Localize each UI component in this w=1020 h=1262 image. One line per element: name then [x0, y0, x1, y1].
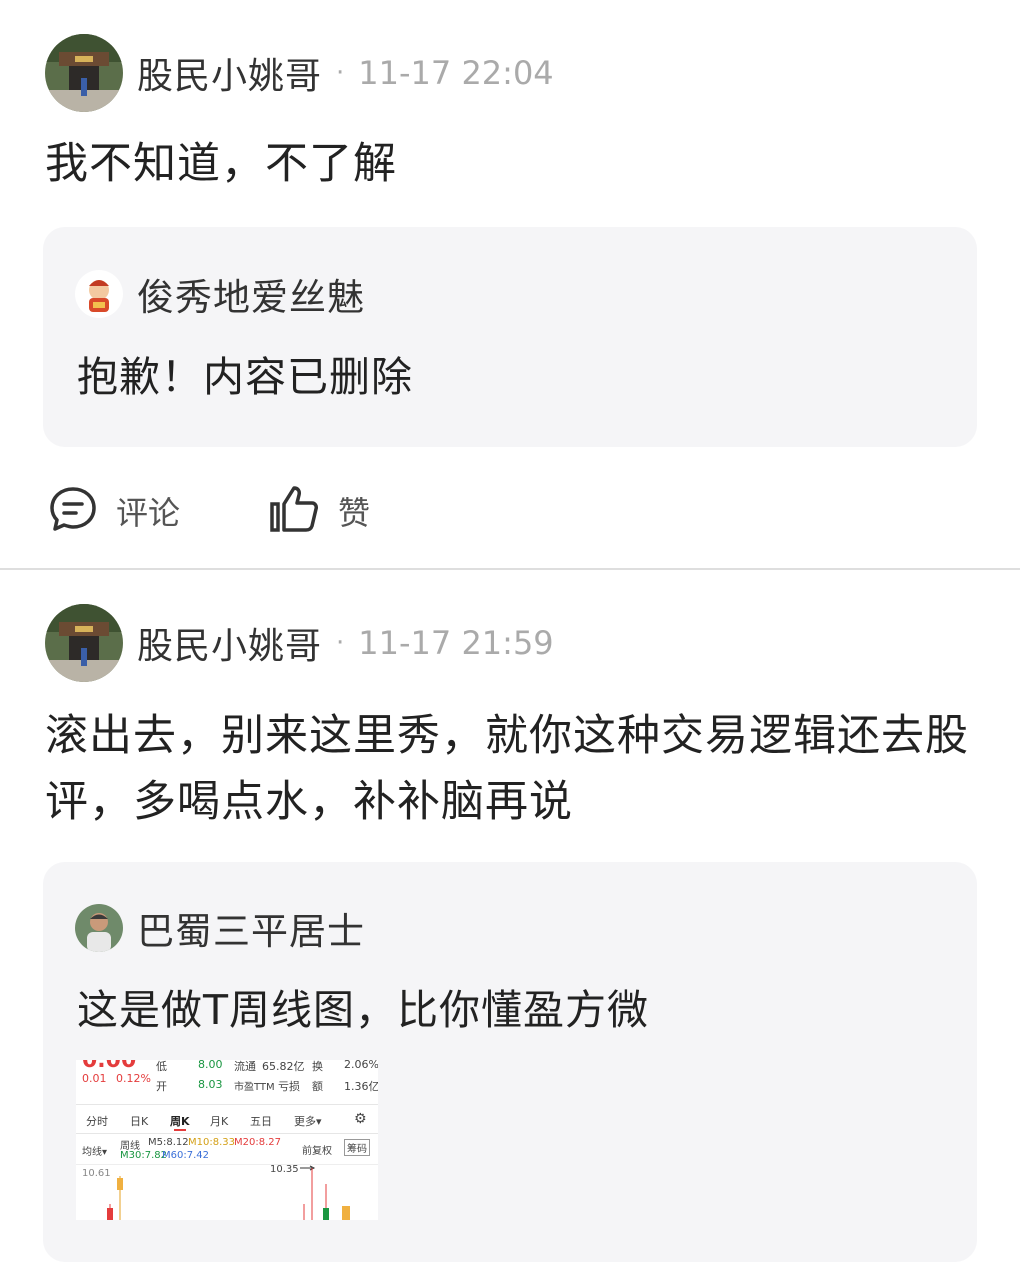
chart-settings-icon[interactable]: ⚙ — [354, 1111, 367, 1127]
chart-turnover-label: 换 — [312, 1060, 323, 1073]
chart-ma-select[interactable]: 均线▾ — [82, 1143, 107, 1158]
quoted-author-name[interactable]: 巴蜀三平居士 — [137, 901, 365, 955]
chart-pe-label: 市盈TTM — [234, 1082, 275, 1093]
chart-sep — [76, 1133, 378, 1134]
chart-open-label: 开 — [156, 1080, 167, 1093]
quoted-author-name[interactable]: 俊秀地爱丝魅 — [137, 267, 365, 321]
chart-ma30: M30:7.82 — [120, 1150, 167, 1161]
chart-ma5: M5:8.12 — [148, 1137, 189, 1148]
comment-icon — [48, 484, 98, 538]
quoted-author-avatar[interactable] — [75, 904, 123, 952]
quoted-author-avatar[interactable] — [75, 270, 123, 318]
chart-tab[interactable]: 日K — [130, 1113, 148, 1129]
chart-open: 8.03 — [198, 1078, 223, 1091]
post-time: 11-17 22:04 — [358, 54, 554, 92]
author-name[interactable]: 股民小姚哥 — [137, 47, 322, 99]
chart-amount-label: 额 — [312, 1080, 323, 1093]
chart-tab[interactable]: 五日 — [250, 1113, 272, 1129]
quoted-comment[interactable]: 巴蜀三平居士 这是做T周线图，比你懂盈方微 0.00 0.01 0.12% 低 … — [43, 862, 977, 1262]
like-label: 赞 — [338, 494, 371, 532]
chart-turnover: 2.06% — [344, 1060, 378, 1071]
chart-low: 8.00 — [198, 1060, 223, 1071]
chart-tab-indicator — [174, 1129, 186, 1131]
quoted-text: 抱歉！内容已删除 — [77, 353, 413, 401]
chart-ma60: M60:7.42 — [162, 1150, 209, 1161]
chart-tab[interactable]: 更多▾ — [294, 1113, 322, 1129]
chart-float: 65.82亿 — [262, 1060, 305, 1073]
chart-tab[interactable]: 分时 — [86, 1113, 108, 1129]
post-text: 滚出去，别来这里秀，就你这种交易逻辑还去股评，多喝点水，补补脑再说 — [45, 711, 969, 827]
author-name[interactable]: 股民小姚哥 — [137, 617, 322, 669]
chart-tab[interactable]: 月K — [210, 1113, 228, 1129]
comment-button[interactable]: 评论 — [48, 484, 180, 538]
chart-change-pct: 0.12% — [116, 1072, 151, 1085]
author-avatar[interactable] — [45, 34, 123, 112]
post-header: 股民小姚哥 · 11-17 21:59 — [45, 603, 554, 683]
separator-dot: · — [336, 58, 345, 88]
post-time: 11-17 21:59 — [358, 624, 554, 662]
chart-pe: 亏损 — [278, 1080, 300, 1093]
chart-amount: 1.36亿 — [344, 1080, 378, 1093]
quoted-image-stock-chart[interactable]: 0.00 0.01 0.12% 低 8.00 流通 65.82亿 换 2.06%… — [76, 1060, 378, 1220]
chart-change: 0.01 — [82, 1072, 107, 1085]
chart-sep — [76, 1104, 378, 1105]
chart-chip-button[interactable]: 筹码 — [344, 1139, 370, 1156]
post-header: 股民小姚哥 · 11-17 22:04 — [45, 33, 554, 113]
chart-tab-active[interactable]: 周K — [170, 1113, 190, 1129]
post-divider — [0, 568, 1020, 570]
chart-candles — [107, 1165, 350, 1220]
thumbs-up-icon — [268, 484, 320, 538]
quoted-text: 这是做T周线图，比你懂盈方微 — [77, 986, 650, 1034]
post-text: 我不知道，不了解 — [45, 139, 397, 189]
quoted-header: 俊秀地爱丝魅 — [75, 267, 365, 321]
quoted-header: 巴蜀三平居士 — [75, 901, 365, 955]
chart-adjust[interactable]: 前复权 — [302, 1142, 332, 1157]
chart-ma10: M10:8.33 — [188, 1137, 235, 1148]
chart-float-label: 流通 — [234, 1060, 256, 1073]
like-button[interactable]: 赞 — [268, 484, 370, 538]
chart-ma20: M20:8.27 — [234, 1137, 281, 1148]
post-actions: 评论 赞 — [48, 484, 370, 538]
quoted-comment[interactable]: 俊秀地爱丝魅 抱歉！内容已删除 — [43, 227, 977, 447]
separator-dot: · — [336, 628, 345, 658]
chart-low-label: 低 — [156, 1060, 167, 1073]
author-avatar[interactable] — [45, 604, 123, 682]
comment-label: 评论 — [116, 494, 181, 532]
